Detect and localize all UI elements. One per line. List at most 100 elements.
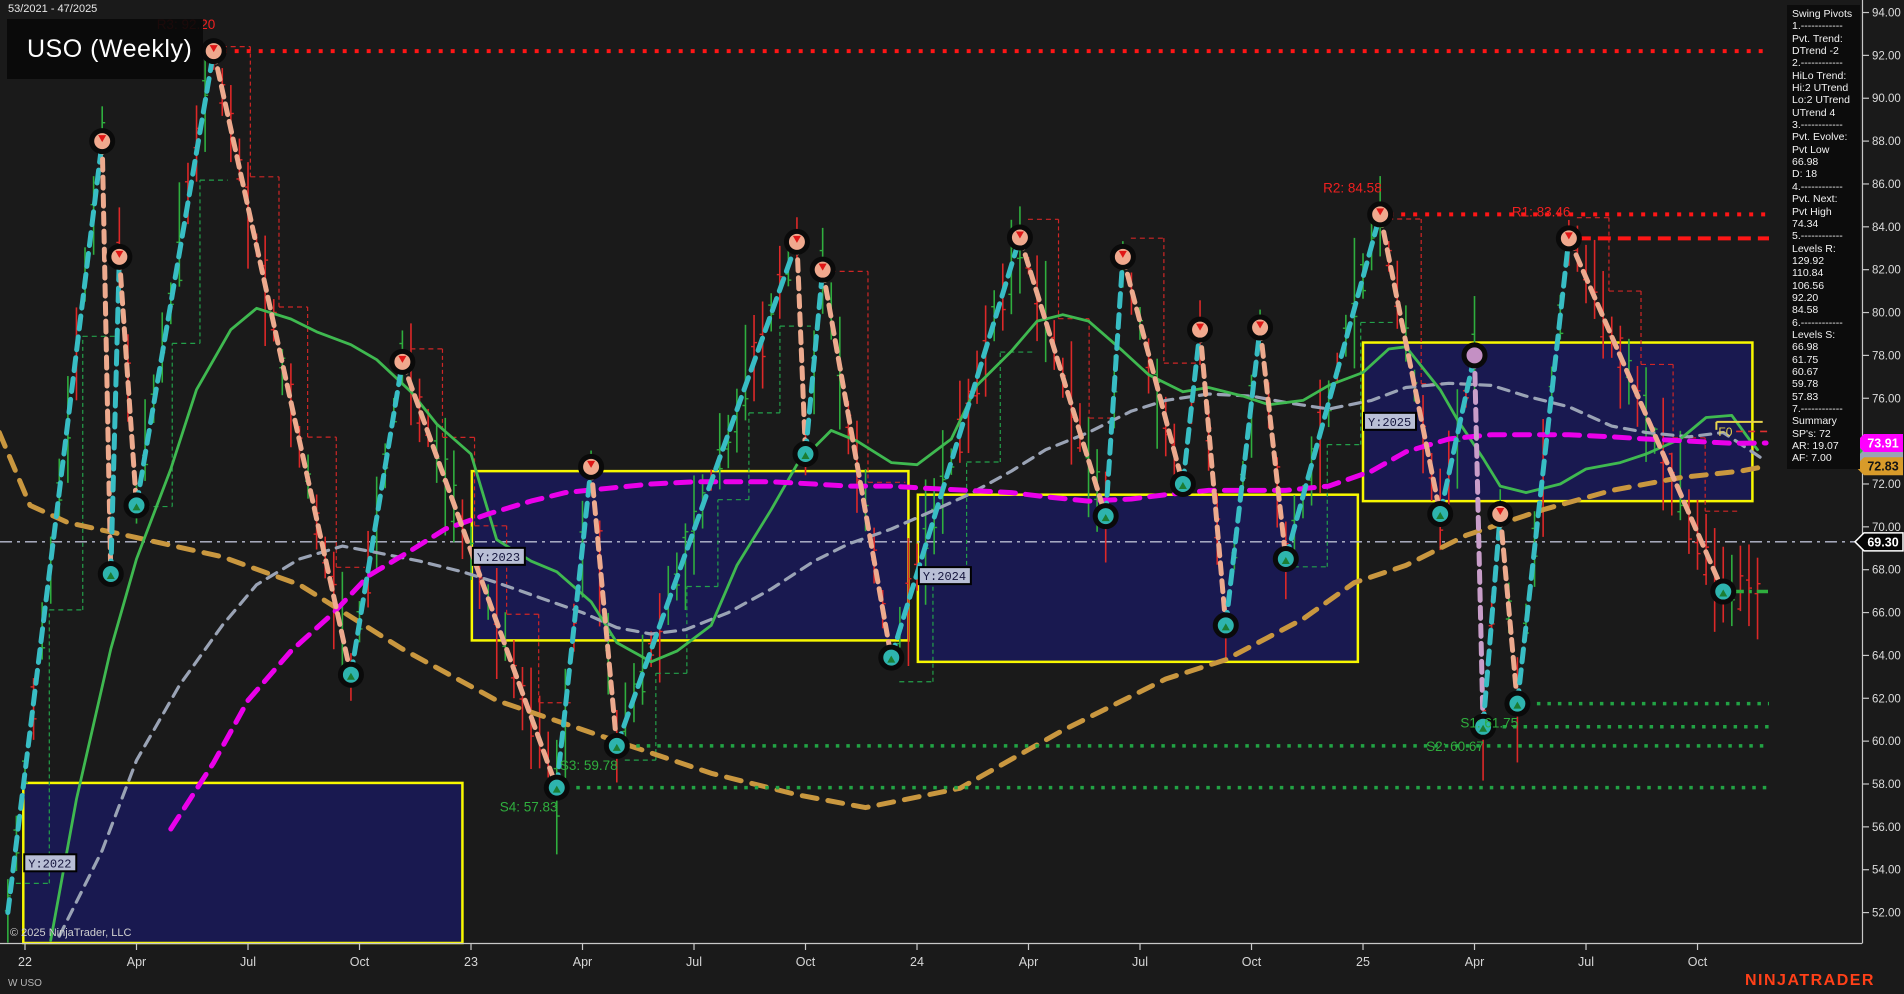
time-axis-label: Jul <box>1578 955 1594 969</box>
resistance-label: R1: 83.46 <box>1512 204 1571 219</box>
panel-line: D: 18 <box>1792 168 1860 180</box>
panel-line: 66.98 <box>1792 341 1860 353</box>
panel-line: Levels S: <box>1792 329 1860 341</box>
panel-line: 110.84 <box>1792 267 1860 279</box>
zigzag-down-segment <box>102 141 111 574</box>
zigzag-up-segment <box>1183 330 1200 484</box>
panel-line: 106.56 <box>1792 280 1860 292</box>
panel-line: Pvt. Evolve: <box>1792 131 1860 143</box>
panel-line: 4.------------ <box>1792 181 1860 193</box>
zigzag-down-segment <box>119 257 136 506</box>
time-axis-label: Apr <box>1019 955 1038 969</box>
panel-line: Pvt High <box>1792 206 1860 218</box>
ninjatrader-logo: NINJATRADER <box>1745 972 1875 990</box>
zigzag-up-segment <box>351 362 402 675</box>
time-axis-label: Oct <box>1688 955 1708 969</box>
page-title: USO (Weekly) <box>7 35 192 64</box>
panel-line: DTrend -2 <box>1792 45 1860 57</box>
zigzag-up-segment <box>111 257 120 574</box>
panel-line: 129.92 <box>1792 255 1860 267</box>
panel-line: 7.------------ <box>1792 403 1860 415</box>
date-range-label: 53/2021 - 47/2025 <box>8 3 97 15</box>
svg-text:Y:2025: Y:2025 <box>1368 416 1411 430</box>
support-label: S3: 59.78 <box>560 758 618 773</box>
pivot-high-dot[interactable] <box>1464 345 1485 366</box>
panel-line: 66.98 <box>1792 156 1860 168</box>
time-axis-label: Apr <box>1465 955 1484 969</box>
time-axis-label: Apr <box>127 955 146 969</box>
price-axis-label: 66.00 <box>1872 608 1901 620</box>
support-label: S4: 57.83 <box>500 800 558 815</box>
zigzag-up-segment <box>1483 514 1500 727</box>
svg-text:Y:2022: Y:2022 <box>28 857 71 871</box>
instrument-title-box: USO (Weekly) <box>7 19 203 79</box>
price-axis-label: 76.00 <box>1872 393 1901 405</box>
svg-text:69.30: 69.30 <box>1867 535 1898 549</box>
time-axis-label: 23 <box>464 955 478 969</box>
price-axis-label: 68.00 <box>1872 565 1901 577</box>
price-axis-label: 54.00 <box>1872 865 1901 877</box>
price-axis-label: 82.00 <box>1872 265 1901 277</box>
panel-line: AR: 19.07 <box>1792 440 1860 452</box>
chart-window: F0R3: 92.20S4: 57.83S3: 59.78R2: 84.58S2… <box>0 0 1904 994</box>
panel-line: Pvt. Trend: <box>1792 33 1860 45</box>
panel-line: SP's: 72 <box>1792 428 1860 440</box>
panel-line: Pvt Low <box>1792 144 1860 156</box>
zigzag-down-segment <box>1020 238 1106 517</box>
panel-line: 5.------------ <box>1792 230 1860 242</box>
panel-line: UTrend 4 <box>1792 107 1860 119</box>
panel-line: 61.75 <box>1792 354 1860 366</box>
pivot-level-labels: R3: 92.20S4: 57.83S3: 59.78R2: 84.58S2: … <box>157 17 1571 815</box>
panel-line: AF: 7.00 <box>1792 452 1860 464</box>
resistance-label: R2: 84.58 <box>1323 180 1382 195</box>
panel-line: 57.83 <box>1792 391 1860 403</box>
price-axis-label: 58.00 <box>1872 779 1901 791</box>
panel-line: 60.67 <box>1792 366 1860 378</box>
support-label: S1: 61.75 <box>1460 716 1518 731</box>
time-axis-label: Jul <box>1132 955 1148 969</box>
year-box[interactable] <box>918 495 1358 662</box>
zigzag-down-segment <box>214 51 351 675</box>
panel-line: 3.------------ <box>1792 119 1860 131</box>
time-axis-label: Oct <box>1242 955 1262 969</box>
panel-line: 1.------------ <box>1792 20 1860 32</box>
price-axis-label: 62.00 <box>1872 693 1901 705</box>
panel-line: 59.78 <box>1792 378 1860 390</box>
panel-line: 74.34 <box>1792 218 1860 230</box>
zigzag-down-segment <box>797 242 806 454</box>
svg-text:Y:2024: Y:2024 <box>923 570 966 584</box>
time-axis-label: Apr <box>573 955 592 969</box>
zigzag-down-segment <box>1123 257 1183 484</box>
price-axis-label: 70.00 <box>1872 522 1901 534</box>
support-label: S2: 60.67 <box>1426 739 1484 754</box>
panel-line: 92.20 <box>1792 292 1860 304</box>
price-axis-label: 72.00 <box>1872 479 1901 491</box>
copyright-text: © 2025 NinjaTrader, LLC <box>10 927 131 939</box>
time-axis-label: 25 <box>1356 955 1370 969</box>
instrument-tag: W USO <box>8 978 42 989</box>
time-axis-label: 24 <box>910 955 924 969</box>
year-box[interactable] <box>472 471 909 640</box>
swing-pivots-panel: Swing Pivots1.------------Pvt. Trend:DTr… <box>1787 5 1860 469</box>
panel-line: Pvt. Next: <box>1792 193 1860 205</box>
price-axis-label: 84.00 <box>1872 222 1901 234</box>
price-chart[interactable]: F0R3: 92.20S4: 57.83S3: 59.78R2: 84.58S2… <box>0 0 1904 994</box>
price-axis-label: 90.00 <box>1872 93 1901 105</box>
time-axis-label: Oct <box>796 955 816 969</box>
price-axis-label: 88.00 <box>1872 136 1901 148</box>
svg-text:72.83: 72.83 <box>1867 460 1898 474</box>
panel-line: Lo:2 UTrend <box>1792 94 1860 106</box>
panel-line: 6.------------ <box>1792 317 1860 329</box>
time-axis-label: Oct <box>350 955 370 969</box>
price-axis-label: 92.00 <box>1872 50 1901 62</box>
time-axis-label: Jul <box>240 955 256 969</box>
panel-line: Levels R: <box>1792 243 1860 255</box>
panel-line: Swing Pivots <box>1792 8 1860 20</box>
svg-text:73.91: 73.91 <box>1867 437 1898 451</box>
price-axis-label: 94.00 <box>1872 8 1901 20</box>
price-axis-label: 80.00 <box>1872 308 1901 320</box>
price-axis-label: 78.00 <box>1872 350 1901 362</box>
time-axis-label: Jul <box>686 955 702 969</box>
year-box[interactable] <box>23 783 462 943</box>
price-axis-label: 86.00 <box>1872 179 1901 191</box>
